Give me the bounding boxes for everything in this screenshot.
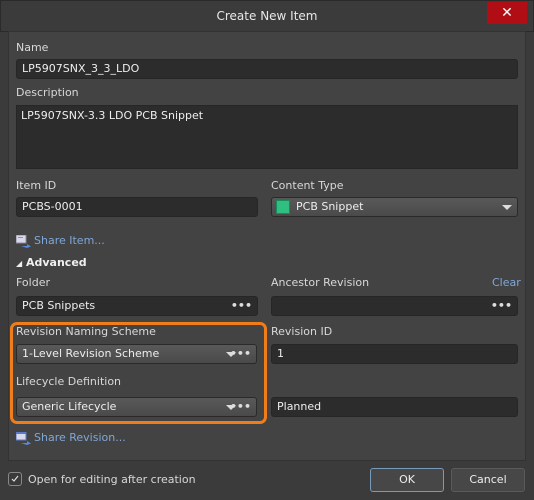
clear-link[interactable]: Clear bbox=[492, 276, 521, 289]
share-item-link[interactable]: Share Item... bbox=[15, 234, 105, 248]
folder-input[interactable]: PCB Snippets ••• bbox=[16, 296, 258, 316]
description-textarea[interactable]: LP5907SNX-3.3 LDO PCB Snippet bbox=[16, 105, 518, 169]
content-type-label: Content Type bbox=[271, 179, 344, 192]
cancel-button[interactable]: Cancel bbox=[451, 468, 525, 492]
close-icon: ✕ bbox=[501, 5, 513, 21]
checkmark-icon bbox=[11, 475, 19, 482]
advanced-label: Advanced bbox=[26, 256, 87, 269]
lifecycle-definition-label: Lifecycle Definition bbox=[16, 375, 122, 388]
content-type-value: PCB Snippet bbox=[296, 200, 364, 213]
pcb-snippet-icon bbox=[276, 200, 290, 214]
content-type-select[interactable]: PCB Snippet bbox=[271, 197, 518, 217]
ancestor-browse-button[interactable]: ••• bbox=[491, 297, 512, 315]
close-button[interactable]: ✕ bbox=[487, 2, 527, 24]
folder-label: Folder bbox=[16, 276, 50, 289]
dialog-title: Create New Item bbox=[216, 9, 318, 23]
revision-id-label: Revision ID bbox=[271, 325, 333, 338]
share-revision-link[interactable]: Share Revision... bbox=[15, 431, 126, 445]
share-item-label: Share Item... bbox=[34, 234, 105, 247]
chevron-down-icon bbox=[502, 205, 512, 210]
ancestor-revision-input[interactable]: ••• bbox=[271, 296, 518, 316]
share-icon bbox=[15, 234, 31, 248]
revision-naming-scheme-select[interactable]: 1-Level Revision Scheme ••• bbox=[16, 344, 257, 364]
collapse-triangle-icon: ◢ bbox=[16, 259, 23, 268]
lifecycle-definition-value: Generic Lifecycle bbox=[22, 400, 117, 413]
title-bar: Create New Item ✕ bbox=[0, 0, 534, 32]
folder-value: PCB Snippets bbox=[22, 299, 96, 312]
ancestor-revision-label: Ancestor Revision bbox=[271, 276, 370, 289]
name-label: Name bbox=[16, 41, 49, 54]
lifecycle-definition-select[interactable]: Generic Lifecycle ••• bbox=[16, 397, 257, 417]
item-id-label: Item ID bbox=[16, 179, 57, 192]
revision-id-input[interactable]: 1 bbox=[271, 344, 518, 364]
folder-browse-button[interactable]: ••• bbox=[231, 297, 252, 315]
revision-scheme-browse-button[interactable]: ••• bbox=[230, 345, 251, 363]
share-icon bbox=[15, 431, 31, 445]
open-for-editing-checkbox[interactable] bbox=[8, 472, 22, 486]
name-input[interactable]: LP5907SNX_3_3_LDO bbox=[16, 59, 518, 79]
description-label: Description bbox=[16, 86, 79, 99]
advanced-toggle[interactable]: ◢ Advanced bbox=[16, 256, 87, 269]
lifecycle-browse-button[interactable]: ••• bbox=[230, 398, 251, 416]
revision-naming-scheme-label: Revision Naming Scheme bbox=[16, 325, 156, 338]
item-id-input[interactable]: PCBS-0001 bbox=[16, 197, 258, 217]
share-revision-label: Share Revision... bbox=[34, 431, 126, 444]
revision-naming-scheme-value: 1-Level Revision Scheme bbox=[22, 347, 160, 360]
ok-button[interactable]: OK bbox=[370, 468, 444, 492]
open-for-editing-label: Open for editing after creation bbox=[28, 473, 196, 486]
lifecycle-state-field: Planned bbox=[271, 397, 518, 417]
